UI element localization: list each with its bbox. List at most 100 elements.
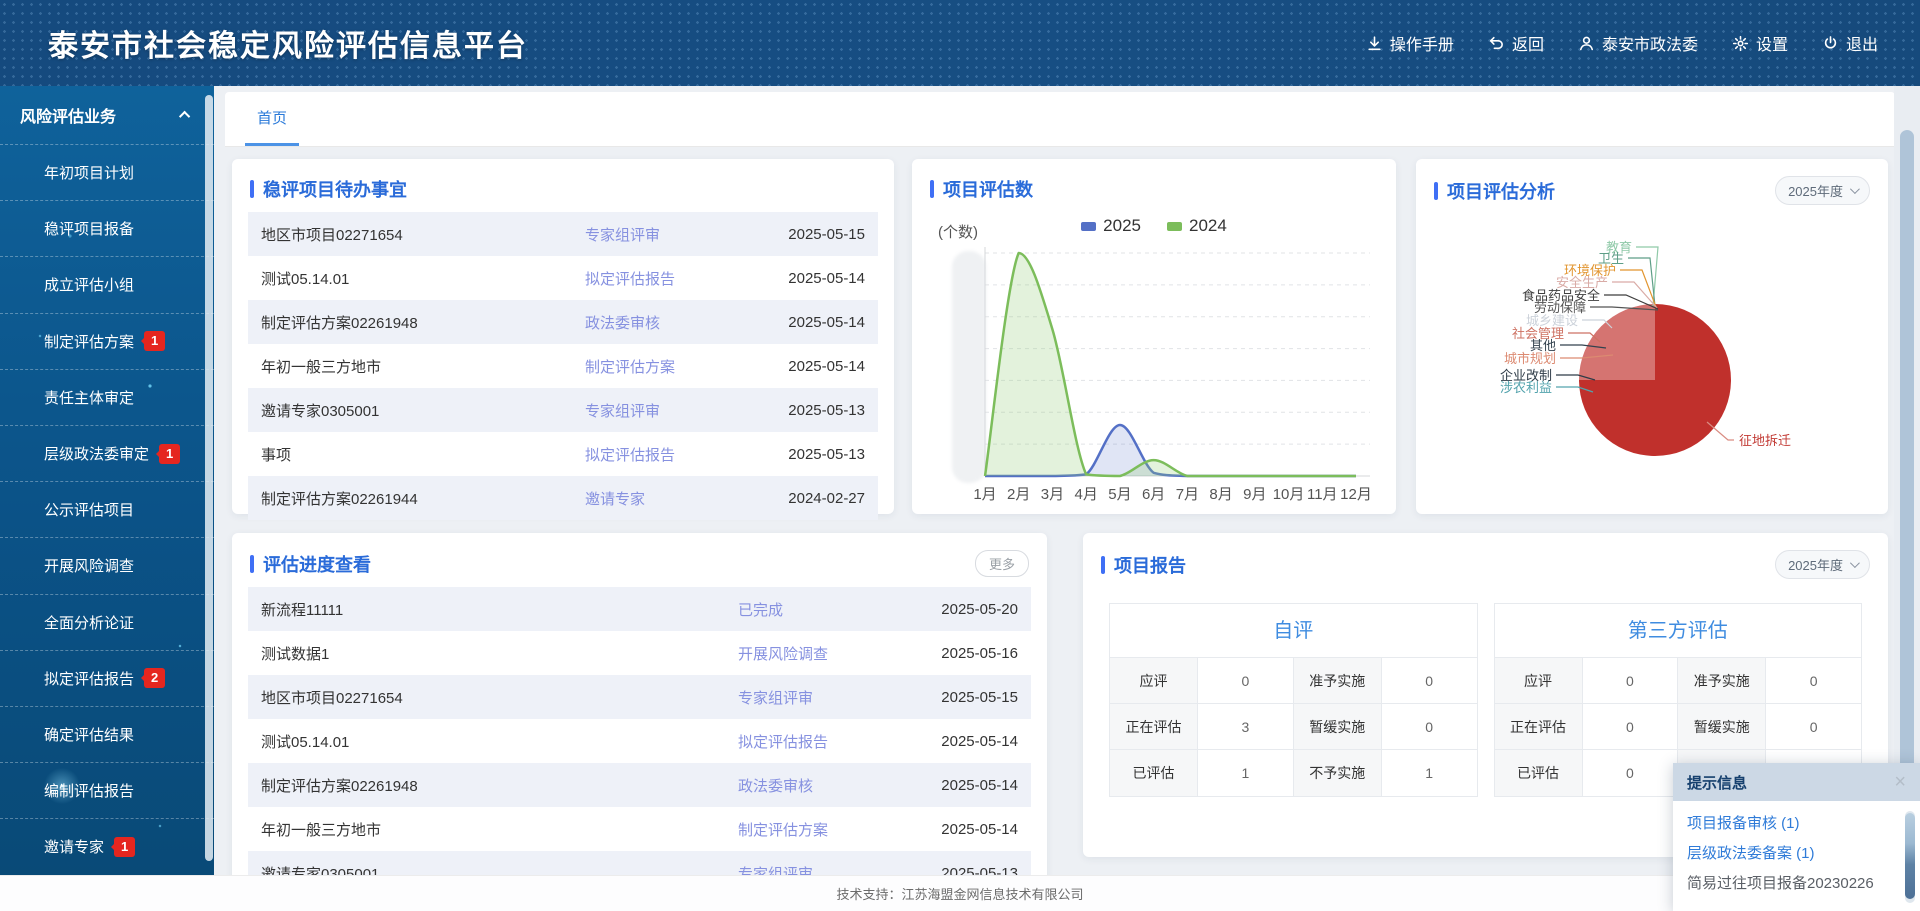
svg-text:7月: 7月	[1176, 486, 1199, 503]
table-label-cell: 正在评估	[1110, 704, 1198, 749]
list-item: 邀请专家0305001专家组评审2025-05-13	[248, 388, 878, 432]
download-icon	[1366, 35, 1383, 52]
more-button[interactable]: 更多	[975, 550, 1029, 577]
item-date: 2025-05-15	[906, 689, 1018, 706]
status-link[interactable]: 制定评估方案	[585, 356, 753, 377]
sidebar-item[interactable]: 编制评估报告	[0, 762, 214, 818]
year-select[interactable]: 2025年度	[1775, 550, 1870, 579]
project-name: 新流程11111	[261, 599, 738, 620]
header-menu-user[interactable]: 泰安市政法委	[1578, 31, 1698, 55]
status-link[interactable]: 拟定评估报告	[738, 731, 906, 752]
close-icon[interactable]: ×	[1894, 772, 1906, 792]
toast-link[interactable]: 项目报备审核 (1)	[1687, 809, 1896, 839]
project-name: 年初一般三方地市	[261, 819, 738, 840]
sidebar-group-label: 风险评估业务	[20, 103, 116, 127]
sidebar-item[interactable]: 成立评估小组	[0, 256, 214, 312]
sidebar-item[interactable]: 确定评估结果	[0, 706, 214, 762]
project-name: 制定评估方案02261944	[261, 488, 585, 509]
sidebar-item[interactable]: 年初项目计划	[0, 144, 214, 200]
toast-header: 提示信息 ×	[1673, 763, 1920, 801]
sidebar-item[interactable]: 公示评估项目	[0, 481, 214, 537]
legend-item[interactable]: 2024	[1167, 216, 1227, 236]
report-table-header: 自评	[1110, 604, 1477, 658]
status-link[interactable]: 开展风险调查	[738, 643, 906, 664]
status-link[interactable]: 拟定评估报告	[585, 444, 753, 465]
sidebar-item-label: 邀请专家	[44, 836, 104, 857]
sidebar-item[interactable]: 开展风险调查	[0, 537, 214, 593]
user-icon	[1578, 35, 1595, 52]
sidebar-item[interactable]: 制定评估方案1	[0, 313, 214, 369]
status-link[interactable]: 邀请专家	[585, 488, 753, 509]
svg-text:5月: 5月	[1108, 486, 1131, 503]
header-menu-download[interactable]: 操作手册	[1366, 31, 1454, 55]
header-menu-return[interactable]: 返回	[1488, 31, 1544, 55]
status-link[interactable]: 制定评估方案	[738, 819, 906, 840]
sidebar-item[interactable]: 稳评项目报备	[0, 200, 214, 256]
sidebar-item-label: 年初项目计划	[44, 162, 134, 183]
status-link[interactable]: 专家组评审	[738, 687, 906, 708]
project-name: 测试数据1	[261, 643, 738, 664]
toast-link[interactable]: 层级政法委备案 (1)	[1687, 839, 1896, 869]
legend-item[interactable]: 2025	[1081, 216, 1141, 236]
legend-marker	[1081, 222, 1096, 231]
tab-bar: 首页	[225, 92, 1895, 147]
header-menu-power[interactable]: 退出	[1822, 31, 1878, 55]
tab-home[interactable]: 首页	[245, 92, 299, 146]
sidebar-scrollbar[interactable]	[205, 95, 213, 861]
svg-text:9月: 9月	[1243, 486, 1266, 503]
eval-count-chart: 1月2月3月4月5月6月7月8月9月10月11月12月	[912, 241, 1396, 514]
page-footer: 技术支持：江苏海盟金网信息技术有限公司	[0, 875, 1920, 911]
toast-scrollbar[interactable]	[1905, 811, 1915, 903]
page-scrollbar[interactable]	[1894, 86, 1920, 875]
table-row: 应评0准予实施0	[1495, 658, 1862, 704]
status-link[interactable]: 政法委审核	[585, 312, 753, 333]
sidebar-item-label: 稳评项目报备	[44, 218, 134, 239]
year-select[interactable]: 2025年度	[1775, 176, 1870, 205]
page-scrollbar-thumb[interactable]	[1900, 130, 1914, 792]
table-label-cell: 正在评估	[1495, 704, 1583, 749]
header-menu-gear[interactable]: 设置	[1732, 31, 1788, 55]
table-label-cell: 不予实施	[1294, 750, 1382, 796]
sidebar-item[interactable]: 责任主体审定	[0, 369, 214, 425]
sidebar-item[interactable]: 邀请专家1	[0, 818, 214, 874]
status-link[interactable]: 已完成	[738, 599, 906, 620]
project-name: 邀请专家0305001	[261, 863, 738, 876]
sidebar-group-header[interactable]: 风险评估业务	[0, 86, 214, 144]
project-name: 测试05.14.01	[261, 731, 738, 752]
app-title: 泰安市社会稳定风险评估信息平台	[0, 21, 528, 65]
chart-legend: 2025 2024	[912, 214, 1396, 238]
svg-text:4月: 4月	[1075, 486, 1098, 503]
table-value-cell: 0	[1766, 704, 1861, 749]
card-todo: 稳评项目待办事宜 地区市项目02271654专家组评审2025-05-15测试0…	[232, 159, 894, 514]
sidebar-item-label: 制定评估方案	[44, 331, 134, 352]
sidebar-item[interactable]: 全面分析论证	[0, 594, 214, 650]
card-report-title: 项目报告	[1114, 552, 1775, 578]
card-progress-title: 评估进度查看	[263, 551, 975, 577]
status-link[interactable]: 拟定评估报告	[585, 268, 753, 289]
title-accent-bar	[930, 180, 934, 198]
gear-icon	[1732, 35, 1749, 52]
status-link[interactable]: 专家组评审	[738, 863, 906, 876]
status-link[interactable]: 专家组评审	[585, 400, 753, 421]
project-name: 年初一般三方地市	[261, 356, 585, 377]
header-menu: 操作手册 返回 泰安市政法委 设置 退出	[1366, 31, 1920, 55]
list-item: 事项拟定评估报告2025-05-13	[248, 432, 878, 476]
sidebar-item-label: 全面分析论证	[44, 612, 134, 633]
list-item: 测试05.14.01拟定评估报告2025-05-14	[248, 719, 1031, 763]
sidebar: 风险评估业务 年初项目计划稳评项目报备成立评估小组制定评估方案1责任主体审定层级…	[0, 86, 214, 875]
status-link[interactable]: 专家组评审	[585, 224, 753, 245]
toast-scrollbar-thumb[interactable]	[1905, 813, 1915, 899]
power-icon	[1822, 35, 1839, 52]
table-value-cell: 0	[1198, 658, 1294, 703]
item-date: 2025-05-14	[753, 358, 865, 375]
sidebar-item-label: 拟定评估报告	[44, 668, 134, 689]
toast-body: 项目报备审核 (1)层级政法委备案 (1) 简易过往项目报备20230226	[1673, 801, 1920, 899]
sidebar-item-label: 编制评估报告	[44, 780, 134, 801]
list-item: 邀请专家0305001专家组评审2025-05-13	[248, 851, 1031, 875]
card-eval-analysis-title: 项目评估分析	[1447, 178, 1775, 204]
sidebar-item[interactable]: 层级政法委审定1	[0, 425, 214, 481]
status-link[interactable]: 政法委审核	[738, 775, 906, 796]
table-row: 正在评估3暂缓实施0	[1110, 704, 1477, 750]
sidebar-item[interactable]: 拟定评估报告2	[0, 650, 214, 706]
svg-text:涉农利益: 涉农利益	[1500, 380, 1552, 395]
